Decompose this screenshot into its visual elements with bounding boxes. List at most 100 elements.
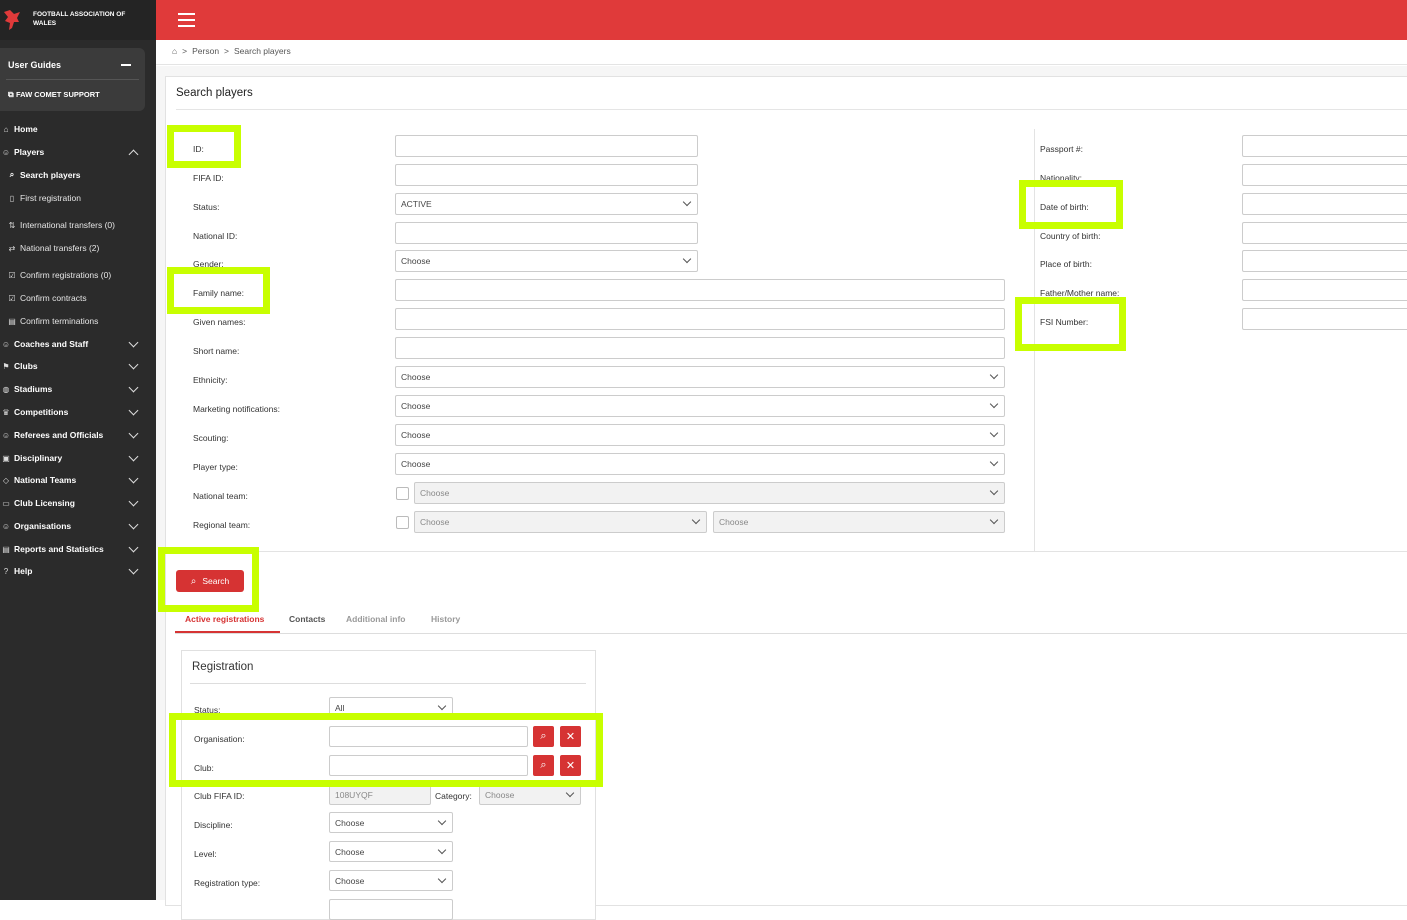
status-select[interactable]: ACTIVE	[395, 193, 698, 215]
ethnicity-select[interactable]: Choose	[395, 366, 1005, 388]
player-type-value: Choose	[401, 459, 431, 469]
chevron-down-icon	[437, 701, 447, 711]
discipline-value: Choose	[335, 817, 365, 828]
regional-team-select[interactable]: Choose	[414, 511, 707, 533]
nav-first-registration[interactable]: ▯ First registration	[0, 188, 156, 208]
nav-organisations[interactable]: ☺ Organisations	[0, 516, 156, 536]
nav-confirm-registrations[interactable]: ☑ Confirm registrations (0)	[0, 265, 156, 285]
date-of-birth-input[interactable]	[1242, 193, 1407, 215]
nav-players[interactable]: ☺ Players	[0, 142, 156, 162]
family-name-input[interactable]	[395, 279, 1005, 301]
nav-label: Search players	[20, 170, 81, 180]
registration-type-value: Choose	[335, 875, 365, 886]
passport-input[interactable]	[1242, 135, 1407, 157]
nav-home[interactable]: ⌂ Home	[0, 119, 156, 139]
nav-label: National Teams	[14, 475, 77, 485]
breadcrumb-person[interactable]: Person	[192, 46, 219, 64]
nav-disciplinary[interactable]: ▣ Disciplinary	[0, 448, 156, 468]
marketing-select[interactable]: Choose	[395, 395, 1005, 417]
highlight-box	[169, 713, 603, 787]
discipline-label: Discipline:	[194, 820, 233, 830]
chevron-down-icon	[437, 816, 447, 826]
faw-comet-support-link[interactable]: ⧉ FAW COMET SUPPORT	[8, 90, 100, 100]
registration-type-select[interactable]: Choose	[329, 870, 453, 891]
nav-confirm-terminations[interactable]: ▤ Confirm terminations	[0, 311, 156, 331]
nav-competitions[interactable]: ♛ Competitions	[0, 402, 156, 422]
short-name-input[interactable]	[395, 337, 1005, 359]
nav-national-transfers[interactable]: ⇄ National transfers (2)	[0, 238, 156, 258]
organisation-icon: ☺	[1, 521, 11, 531]
regional-team-value: Choose	[420, 517, 450, 527]
home-icon[interactable]: ⌂	[172, 46, 177, 64]
chevron-down-icon	[128, 496, 139, 507]
level-label: Level:	[194, 849, 217, 859]
home-icon: ⌂	[3, 124, 9, 134]
nav-coaches-staff[interactable]: ☺ Coaches and Staff	[0, 334, 156, 354]
nav-national-teams[interactable]: ◇ National Teams	[0, 470, 156, 490]
club-fifa-id-label: Club FIFA ID:	[194, 791, 245, 801]
brand[interactable]: FOOTBALL ASSOCIATION OF WALES	[0, 0, 156, 40]
tab-contacts[interactable]: Contacts	[289, 614, 325, 624]
national-team-select[interactable]: Choose	[414, 482, 1005, 504]
nav-referees[interactable]: ☺ Referees and Officials	[0, 425, 156, 445]
tab-active-registrations[interactable]: Active registrations	[185, 614, 264, 624]
chart-icon: ▤	[2, 544, 10, 554]
book-icon: ▭	[2, 498, 10, 508]
nav-confirm-contracts[interactable]: ☑ Confirm contracts	[0, 288, 156, 308]
national-id-input[interactable]	[395, 222, 698, 244]
scouting-select[interactable]: Choose	[395, 424, 1005, 446]
discipline-select[interactable]: Choose	[329, 812, 453, 833]
sidebar: FOOTBALL ASSOCIATION OF WALES User Guide…	[0, 0, 156, 900]
highlight-box	[158, 547, 259, 612]
divider	[190, 683, 586, 684]
brand-name: FOOTBALL ASSOCIATION OF WALES	[33, 11, 126, 27]
active-tab-indicator	[175, 631, 280, 633]
players-icon: ☺	[1, 147, 11, 157]
nav-club-licensing[interactable]: ▭ Club Licensing	[0, 493, 156, 513]
gender-select[interactable]: Choose	[395, 250, 698, 272]
nav-label: Stadiums	[14, 384, 53, 394]
club-fifa-id-input[interactable]: 108UYQF	[329, 784, 431, 805]
collapse-icon[interactable]	[121, 64, 131, 66]
tab-history[interactable]: History	[431, 614, 460, 624]
chevron-down-icon	[691, 515, 701, 525]
nav-stadiums[interactable]: ◍ Stadiums	[0, 379, 156, 399]
given-names-input[interactable]	[395, 308, 1005, 330]
regional-team-checkbox[interactable]	[396, 516, 409, 529]
chevron-down-icon	[128, 337, 139, 348]
level-select[interactable]: Choose	[329, 841, 453, 862]
fifa-id-input[interactable]	[395, 164, 698, 186]
status-label: Status:	[193, 202, 220, 212]
user-guides-title[interactable]: User Guides	[8, 60, 61, 70]
parent-name-input[interactable]	[1242, 279, 1407, 301]
nav-label: Reports and Statistics	[14, 544, 104, 554]
fifa-id-label: FIFA ID:	[193, 173, 224, 183]
country-of-birth-input[interactable]	[1242, 222, 1407, 244]
nav-clubs[interactable]: ⚑ Clubs	[0, 356, 156, 376]
nav-international-transfers[interactable]: ⇅ International transfers (0)	[0, 215, 156, 235]
chevron-down-icon	[128, 473, 139, 484]
national-team-checkbox[interactable]	[396, 487, 409, 500]
nav-help[interactable]: ? Help	[0, 561, 156, 581]
player-type-select[interactable]: Choose	[395, 453, 1005, 475]
nav-reports[interactable]: ▤ Reports and Statistics	[0, 539, 156, 559]
nav-label: Coaches and Staff	[14, 339, 89, 349]
fsi-number-input[interactable]	[1242, 308, 1407, 330]
chevron-up-icon	[128, 149, 139, 160]
regional-team-select-2[interactable]: Choose	[713, 511, 1005, 533]
place-of-birth-input[interactable]	[1242, 250, 1407, 272]
stadium-icon: ◍	[2, 384, 10, 394]
external-link-icon: ⧉	[8, 90, 16, 99]
nav-label: Referees and Officials	[14, 430, 104, 440]
category-label: Category:	[435, 791, 472, 801]
nav-search-players[interactable]: ⌕ Search players	[0, 165, 156, 185]
id-input[interactable]	[395, 135, 698, 157]
highlight-box	[167, 125, 241, 168]
nav-label: First registration	[20, 193, 81, 203]
hamburger-menu-icon[interactable]	[178, 13, 195, 27]
category-select[interactable]: Choose	[479, 784, 581, 805]
tab-additional-info[interactable]: Additional info	[346, 614, 406, 624]
nationality-input[interactable]	[1242, 164, 1407, 186]
nav-label: International transfers (0)	[20, 220, 115, 230]
next-field-input[interactable]	[329, 899, 453, 920]
